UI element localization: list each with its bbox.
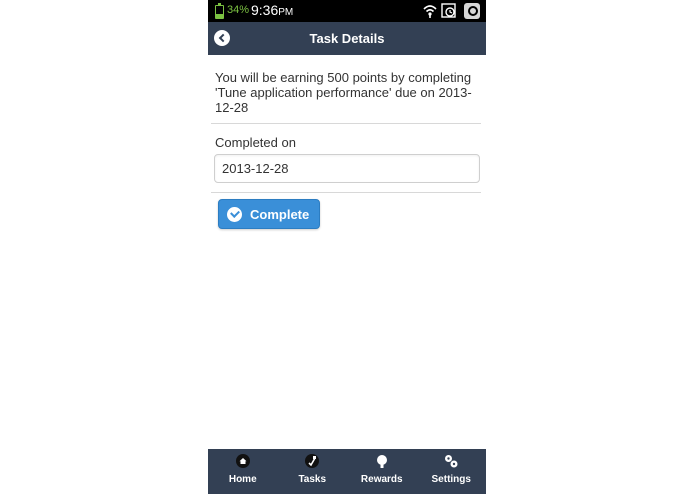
home-icon xyxy=(235,454,250,468)
divider xyxy=(211,192,481,193)
battery-icon xyxy=(215,3,224,19)
bottom-nav: Home Tasks Rewards Settings xyxy=(208,449,486,494)
nav-tasks-label: Tasks xyxy=(298,474,327,485)
header: Task Details xyxy=(208,22,486,55)
tasks-icon xyxy=(305,454,320,468)
battery-percent: 34% xyxy=(227,4,250,16)
phone-screen: 34% 9:36PM Task Details You will be earn… xyxy=(208,0,486,494)
rewards-icon xyxy=(376,455,387,468)
completed-date-input[interactable] xyxy=(214,154,480,183)
clock: 9:36PM xyxy=(251,2,293,18)
completed-on-label: Completed on xyxy=(215,135,296,150)
divider xyxy=(211,123,481,124)
check-circle-icon xyxy=(227,207,242,222)
nav-rewards-label: Rewards xyxy=(360,474,403,485)
nav-rewards[interactable]: Rewards xyxy=(347,449,417,494)
status-bar: 34% 9:36PM xyxy=(208,0,486,22)
complete-button-label: Complete xyxy=(250,207,310,222)
nav-settings-label: Settings xyxy=(431,474,471,485)
nav-home-label: Home xyxy=(228,474,257,485)
settings-icon xyxy=(445,455,458,468)
clock-ampm: PM xyxy=(278,7,294,18)
task-message: You will be earning 500 points by comple… xyxy=(215,70,472,115)
app-icon xyxy=(464,3,480,19)
wifi-icon xyxy=(423,5,437,18)
nav-settings[interactable]: Settings xyxy=(417,449,487,494)
sync-icon xyxy=(441,3,456,18)
page-title: Task Details xyxy=(309,31,385,46)
nav-home[interactable]: Home xyxy=(208,449,278,494)
nav-tasks[interactable]: Tasks xyxy=(278,449,348,494)
complete-button[interactable]: Complete xyxy=(218,199,320,229)
clock-time: 9:36 xyxy=(251,2,279,18)
